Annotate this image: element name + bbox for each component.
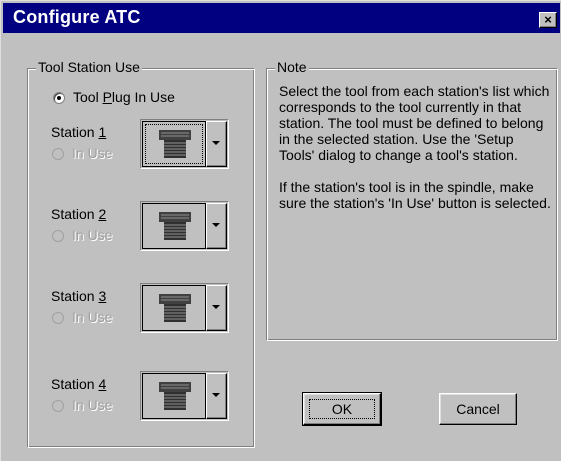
station-label: Station 4 (51, 376, 106, 392)
station-in-use-label[interactable]: In Use (72, 227, 112, 243)
tool-plug-in-use-radio[interactable] (53, 92, 65, 104)
station-in-use-label[interactable]: In Use (72, 397, 112, 413)
station-label-text: Station (51, 124, 99, 140)
station-tool-dropdown[interactable] (140, 201, 229, 251)
note-group: Note Select the tool from each station's… (266, 59, 558, 341)
cancel-button-label: Cancel (456, 401, 500, 417)
station-in-use-radio[interactable] (52, 312, 64, 324)
dropdown-arrow-button[interactable] (206, 121, 227, 167)
chevron-down-icon (212, 223, 220, 227)
tool-plug-label-after: lug In Use (111, 89, 175, 105)
station-tool-dropdown[interactable] (140, 119, 229, 169)
tool-holder-icon (157, 292, 193, 329)
chevron-down-icon (212, 305, 220, 309)
station-number: 3 (98, 288, 107, 304)
tool-plug-label-mnemonic: P (102, 89, 112, 105)
window-title: Configure ATC (13, 7, 141, 27)
note-text: Select the tool from each station's list… (279, 83, 551, 227)
station-label-text: Station (51, 206, 99, 222)
station-number: 4 (98, 376, 107, 392)
station-in-use-radio[interactable] (52, 400, 64, 412)
tool-plug-label-before: Tool (73, 89, 103, 105)
note-paragraph-1: Select the tool from each station's list… (279, 83, 550, 163)
station-label: Station 2 (51, 206, 106, 222)
station-tool-display[interactable] (142, 203, 206, 249)
station-label-text: Station (51, 376, 99, 392)
station-in-use-label[interactable]: In Use (72, 309, 112, 325)
tool-plug-in-use-label[interactable]: Tool Plug In Use (73, 89, 175, 105)
dropdown-arrow-button[interactable] (206, 203, 227, 249)
dropdown-arrow-button[interactable] (206, 373, 227, 419)
title-bar[interactable]: Configure ATC × (3, 3, 560, 33)
station-label: Station 1 (51, 124, 106, 140)
note-paragraph-2: If the station's tool is in the spindle,… (279, 179, 551, 211)
station-tool-display[interactable] (142, 121, 206, 167)
tool-holder-icon (157, 210, 193, 247)
dropdown-arrow-button[interactable] (206, 285, 227, 331)
tool-station-use-label: Tool Station Use (36, 59, 142, 75)
station-label-text: Station (51, 288, 99, 304)
configure-atc-dialog: Configure ATC × Tool Station Use Tool Pl… (0, 0, 561, 461)
note-group-label: Note (275, 59, 309, 75)
station-in-use-radio[interactable] (52, 230, 64, 242)
station-tool-dropdown[interactable] (140, 371, 229, 421)
chevron-down-icon (212, 141, 220, 145)
close-icon[interactable]: × (539, 12, 557, 28)
station-tool-dropdown[interactable] (140, 283, 229, 333)
chevron-down-icon (212, 393, 220, 397)
cancel-button[interactable]: Cancel (439, 393, 517, 425)
tool-holder-icon (157, 128, 193, 165)
station-number: 1 (98, 124, 107, 140)
station-tool-display[interactable] (142, 285, 206, 331)
station-tool-display[interactable] (142, 373, 206, 419)
station-label: Station 3 (51, 288, 106, 304)
tool-holder-icon (157, 380, 193, 417)
station-number: 2 (98, 206, 107, 222)
ok-button[interactable]: OK (302, 392, 382, 426)
station-in-use-radio[interactable] (52, 148, 64, 160)
ok-button-label: OK (331, 401, 353, 417)
station-in-use-label[interactable]: In Use (72, 145, 112, 161)
